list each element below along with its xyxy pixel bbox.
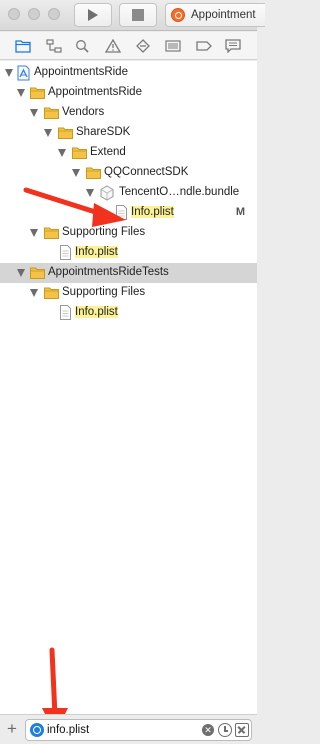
- tree-row-folder[interactable]: Vendors: [0, 103, 257, 123]
- filter-input-value: info.plist: [47, 724, 90, 736]
- tree-row-label: TencentO…ndle.bundle: [119, 186, 240, 198]
- tree-row-file[interactable]: Info.plist: [0, 243, 257, 263]
- scm-status-filter-icon[interactable]: [235, 723, 249, 737]
- disclosure-triangle-icon[interactable]: [17, 269, 25, 277]
- breakpoint-navigator-icon[interactable]: [196, 39, 212, 53]
- scheme-selector[interactable]: Appointment: [165, 3, 265, 27]
- folder-icon: [30, 87, 45, 99]
- tree-row-label: Info.plist: [131, 206, 174, 218]
- tree-row-folder[interactable]: Supporting Files: [0, 283, 257, 303]
- tree-row-label: Supporting Files: [62, 286, 146, 298]
- filter-icon: [30, 723, 44, 737]
- app-scheme-icon: [171, 8, 185, 22]
- tree-row-label: AppointmentsRideTests: [48, 266, 169, 278]
- project-navigator-tree: AppointmentsRide AppointmentsRide Vendor…: [0, 61, 257, 714]
- window-toolbar: Appointment: [0, 0, 265, 31]
- tree-row-folder[interactable]: Extend: [0, 143, 257, 163]
- tree-row-folder-selected[interactable]: AppointmentsRideTests: [0, 263, 257, 283]
- test-navigator-icon[interactable]: [135, 39, 151, 53]
- tree-row-file[interactable]: Info.plist: [0, 303, 257, 323]
- add-file-button[interactable]: +: [4, 720, 20, 738]
- disclosure-triangle-icon[interactable]: [44, 129, 52, 137]
- annotation-arrow-icon: [23, 187, 126, 227]
- disclosure-triangle-icon[interactable]: [30, 289, 38, 297]
- disclosure-triangle-icon[interactable]: [30, 109, 38, 117]
- stop-icon: [132, 9, 144, 21]
- issue-navigator-icon[interactable]: [105, 39, 121, 53]
- tree-row-label: Info.plist: [75, 246, 118, 258]
- run-button[interactable]: [74, 3, 112, 27]
- tree-row-label: AppointmentsRide: [48, 86, 142, 98]
- folder-icon: [44, 287, 59, 299]
- scm-status-badge: M: [235, 206, 245, 218]
- disclosure-triangle-icon[interactable]: [17, 89, 25, 97]
- project-navigator-icon[interactable]: [15, 39, 31, 53]
- stop-button[interactable]: [119, 3, 157, 27]
- tree-row-folder[interactable]: QQConnectSDK: [0, 163, 257, 183]
- scheme-label: Appointment: [191, 9, 256, 21]
- disclosure-triangle-icon[interactable]: [58, 149, 66, 157]
- plist-file-icon: [60, 245, 71, 260]
- zoom-window-button[interactable]: [48, 8, 60, 20]
- tree-row-label: Vendors: [62, 106, 105, 118]
- symbol-navigator-icon[interactable]: [46, 39, 62, 53]
- disclosure-triangle-icon[interactable]: [72, 169, 80, 177]
- close-window-button[interactable]: [8, 8, 20, 20]
- tree-row-project[interactable]: AppointmentsRide: [0, 63, 257, 83]
- tree-row-label: Extend: [90, 146, 126, 158]
- find-navigator-icon[interactable]: [75, 39, 91, 53]
- tree-row-folder[interactable]: AppointmentsRide: [0, 83, 257, 103]
- folder-icon: [58, 127, 73, 139]
- plist-file-icon: [60, 305, 71, 320]
- disclosure-triangle-icon[interactable]: [5, 69, 13, 77]
- tree-row-folder[interactable]: ShareSDK: [0, 123, 257, 143]
- folder-icon: [72, 147, 87, 159]
- disclosure-triangle-icon[interactable]: [30, 229, 38, 237]
- recent-files-icon[interactable]: [218, 723, 232, 737]
- navigator-filter-bar: + info.plist ✕: [0, 714, 257, 744]
- tree-row-label: ShareSDK: [76, 126, 131, 138]
- play-icon: [88, 9, 98, 21]
- tree-row-label: Info.plist: [75, 306, 118, 318]
- folder-icon: [86, 167, 101, 179]
- report-navigator-icon[interactable]: [225, 39, 241, 53]
- debug-navigator-icon[interactable]: [165, 39, 181, 53]
- navigator-tab-bar: [0, 32, 257, 60]
- filter-input[interactable]: info.plist ✕: [25, 719, 252, 741]
- xcode-project-icon: [17, 65, 30, 81]
- folder-icon: [44, 107, 59, 119]
- tree-row-label: QQConnectSDK: [104, 166, 189, 178]
- folder-icon: [30, 267, 45, 279]
- tree-row-label: AppointmentsRide: [34, 66, 128, 78]
- minimize-window-button[interactable]: [28, 8, 40, 20]
- clear-filter-icon[interactable]: ✕: [202, 724, 214, 736]
